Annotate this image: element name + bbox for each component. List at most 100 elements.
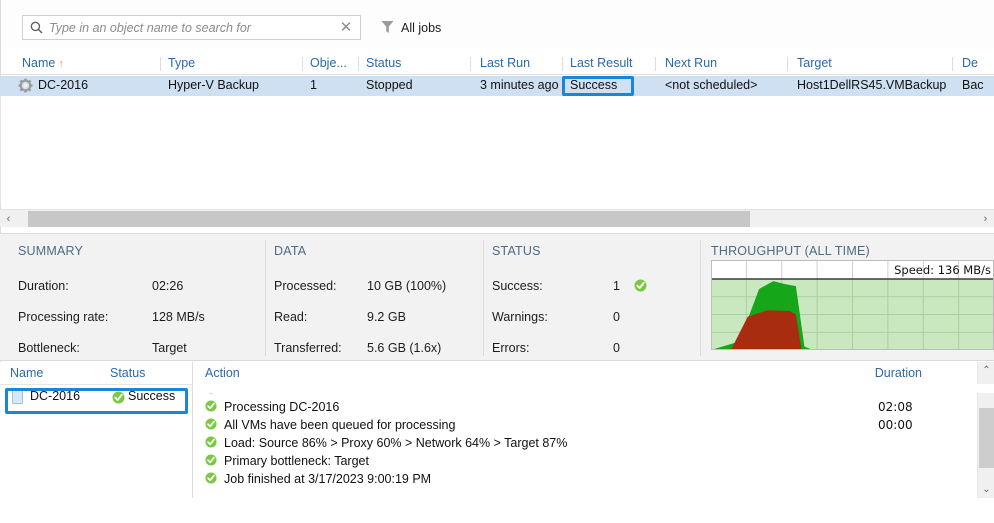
log-entry-text: All VMs have been queued for processing: [224, 418, 456, 432]
scroll-right-icon[interactable]: ›: [977, 210, 994, 228]
column-divider[interactable]: [470, 57, 471, 71]
cell-next-run: <not scheduled>: [665, 78, 758, 92]
success-check-icon: [634, 279, 647, 295]
column-header-name[interactable]: Name ↑: [22, 56, 64, 70]
log-entry-text: Load: Source 86% > Proxy 60% > Network 6…: [224, 436, 568, 450]
log-entry[interactable]: Load: Source 86% > Proxy 60% > Network 6…: [205, 434, 567, 452]
column-header-last-result[interactable]: Last Result: [570, 56, 633, 70]
data-processed-value: 10 GB (100%): [367, 279, 447, 293]
scroll-left-icon[interactable]: ‹: [0, 210, 17, 228]
throughput-panel-title: THROUGHPUT (ALL TIME): [711, 244, 870, 258]
log-entry-duration: 00:00: [878, 418, 913, 432]
column-divider[interactable]: [655, 57, 656, 71]
success-check-icon: [112, 391, 125, 407]
vm-list-status-header[interactable]: Status: [110, 366, 145, 380]
statistics-panels: SUMMARY Duration: 02:26 Processing rate:…: [0, 233, 994, 361]
panel-divider-2: [483, 240, 484, 356]
log-entry[interactable]: Processing DC-2016: [205, 398, 339, 416]
log-entry-text: Primary bottleneck: Target: [224, 454, 369, 468]
cell-objects: 1: [310, 78, 317, 92]
status-panel-title: STATUS: [492, 244, 541, 258]
cell-last-run: 3 minutes ago: [480, 78, 559, 92]
status-warnings-value: 0: [613, 310, 620, 324]
log-entry-duration: 02:08: [878, 400, 913, 414]
column-header-status[interactable]: Status: [366, 56, 401, 70]
summary-duration-value: 02:26: [152, 279, 184, 293]
column-header-target[interactable]: Target: [797, 56, 832, 70]
cell-description: Bac: [962, 78, 984, 92]
data-transferred-value: 5.6 GB (1.6x): [367, 341, 442, 355]
column-divider[interactable]: [562, 57, 563, 71]
cell-name: DC-2016: [38, 78, 89, 92]
window-bottom-space: [0, 498, 994, 523]
summary-processing-rate-value: 128 MB/s: [152, 310, 205, 324]
sort-ascending-icon: ↑: [58, 58, 64, 70]
summary-processing-rate-label: Processing rate:: [18, 310, 109, 324]
data-panel-title: DATA: [274, 244, 307, 258]
scroll-up-icon[interactable]: ⌃: [978, 362, 994, 379]
status-warnings-label: Warnings:: [492, 310, 548, 324]
log-entry-text: Processing DC-2016: [224, 400, 340, 414]
jobs-grid-row-selected[interactable]: DC-2016 Hyper-V Backup 1 Stopped 3 minutes a…: [0, 76, 994, 96]
vm-status: Success: [128, 389, 176, 403]
action-column-header[interactable]: Action: [205, 366, 240, 380]
summary-duration-label: Duration:: [18, 279, 69, 293]
toolbar: ✕ All jobs: [0, 0, 994, 48]
filter-funnel-icon: [381, 20, 394, 37]
search-input[interactable]: [49, 17, 332, 38]
search-icon: [23, 21, 49, 34]
success-check-icon: [205, 471, 217, 487]
jobs-grid-horizontal-scrollbar[interactable]: ‹ ›: [0, 209, 994, 227]
clear-search-icon[interactable]: ✕: [332, 20, 360, 35]
data-read-label: Read:: [274, 310, 308, 324]
column-divider[interactable]: [787, 57, 788, 71]
duration-column-header[interactable]: Duration: [875, 366, 922, 380]
throughput-chart: Speed: 136 MB/s: [710, 259, 994, 350]
column-header-last-run[interactable]: Last Run: [480, 56, 530, 70]
panel-divider-1: [265, 240, 266, 356]
status-errors-label: Errors:: [492, 341, 530, 355]
log-entry[interactable]: Job finished at 3/17/2023 9:00:19 PM: [205, 470, 431, 488]
data-read-value: 9.2 GB: [367, 310, 406, 324]
log-entry-text: Job finished at 3/17/2023 9:00:19 PM: [224, 472, 432, 486]
column-header-type[interactable]: Type: [168, 56, 195, 70]
vm-list-name-header[interactable]: Name: [10, 366, 43, 380]
throughput-speed-label: Speed: 136 MB/s: [894, 263, 991, 277]
cell-type: Hyper-V Backup: [168, 78, 260, 92]
search-box[interactable]: ✕: [22, 15, 361, 40]
column-divider[interactable]: [160, 57, 161, 71]
job-statistics-window: ✕ All jobs Name↑TypeObje...StatusLast Ru…: [0, 0, 994, 523]
log-entry[interactable]: Primary bottleneck: Target: [205, 452, 369, 470]
vertical-scroll-thumb[interactable]: [979, 408, 994, 468]
success-check-icon: [205, 453, 217, 469]
jobs-grid-empty-space: [0, 96, 994, 204]
panel-divider-3: [700, 240, 701, 356]
column-header-next-run[interactable]: Next Run: [665, 56, 717, 70]
success-check-icon: [205, 435, 217, 451]
action-log-list[interactable]: Processing DC-2016 02:08 All VMs have been…: [193, 384, 994, 498]
action-log-vertical-scrollbar[interactable]: ⌃ ⌄: [977, 362, 994, 498]
column-header-obje[interactable]: Obje...: [310, 56, 347, 70]
column-divider[interactable]: [302, 57, 303, 71]
vm-list-header-divider: [0, 384, 193, 385]
summary-bottleneck-value: Target: [152, 341, 187, 355]
jobs-grid-header: Name ↑ Type Obje... Status Last Run Last Resul…: [0, 54, 994, 75]
job-log-area: Name Status DC-2016 Success Action Durat…: [0, 362, 994, 498]
action-log-top-clip: [193, 384, 994, 393]
vm-list-row[interactable]: DC-2016 Success: [8, 388, 184, 407]
column-header-de[interactable]: De: [962, 56, 978, 70]
success-check-icon: [205, 417, 217, 433]
scroll-down-icon[interactable]: ⌄: [978, 481, 994, 498]
data-transferred-label: Transferred:: [274, 341, 342, 355]
column-divider[interactable]: [358, 57, 359, 71]
vm-icon: [12, 390, 23, 404]
log-entry[interactable]: All VMs have been queued for processing: [205, 416, 455, 434]
all-jobs-filter-button[interactable]: All jobs: [381, 18, 441, 38]
column-divider[interactable]: [952, 57, 953, 71]
horizontal-scroll-thumb[interactable]: [28, 211, 750, 227]
cell-status: Stopped: [366, 78, 413, 92]
cell-last-result: Success: [570, 78, 618, 92]
status-success-label: Success:: [492, 279, 543, 293]
action-log-panel: Action Duration Processing DC-2016 02:08 A…: [193, 362, 994, 498]
all-jobs-filter-label: All jobs: [401, 21, 442, 35]
